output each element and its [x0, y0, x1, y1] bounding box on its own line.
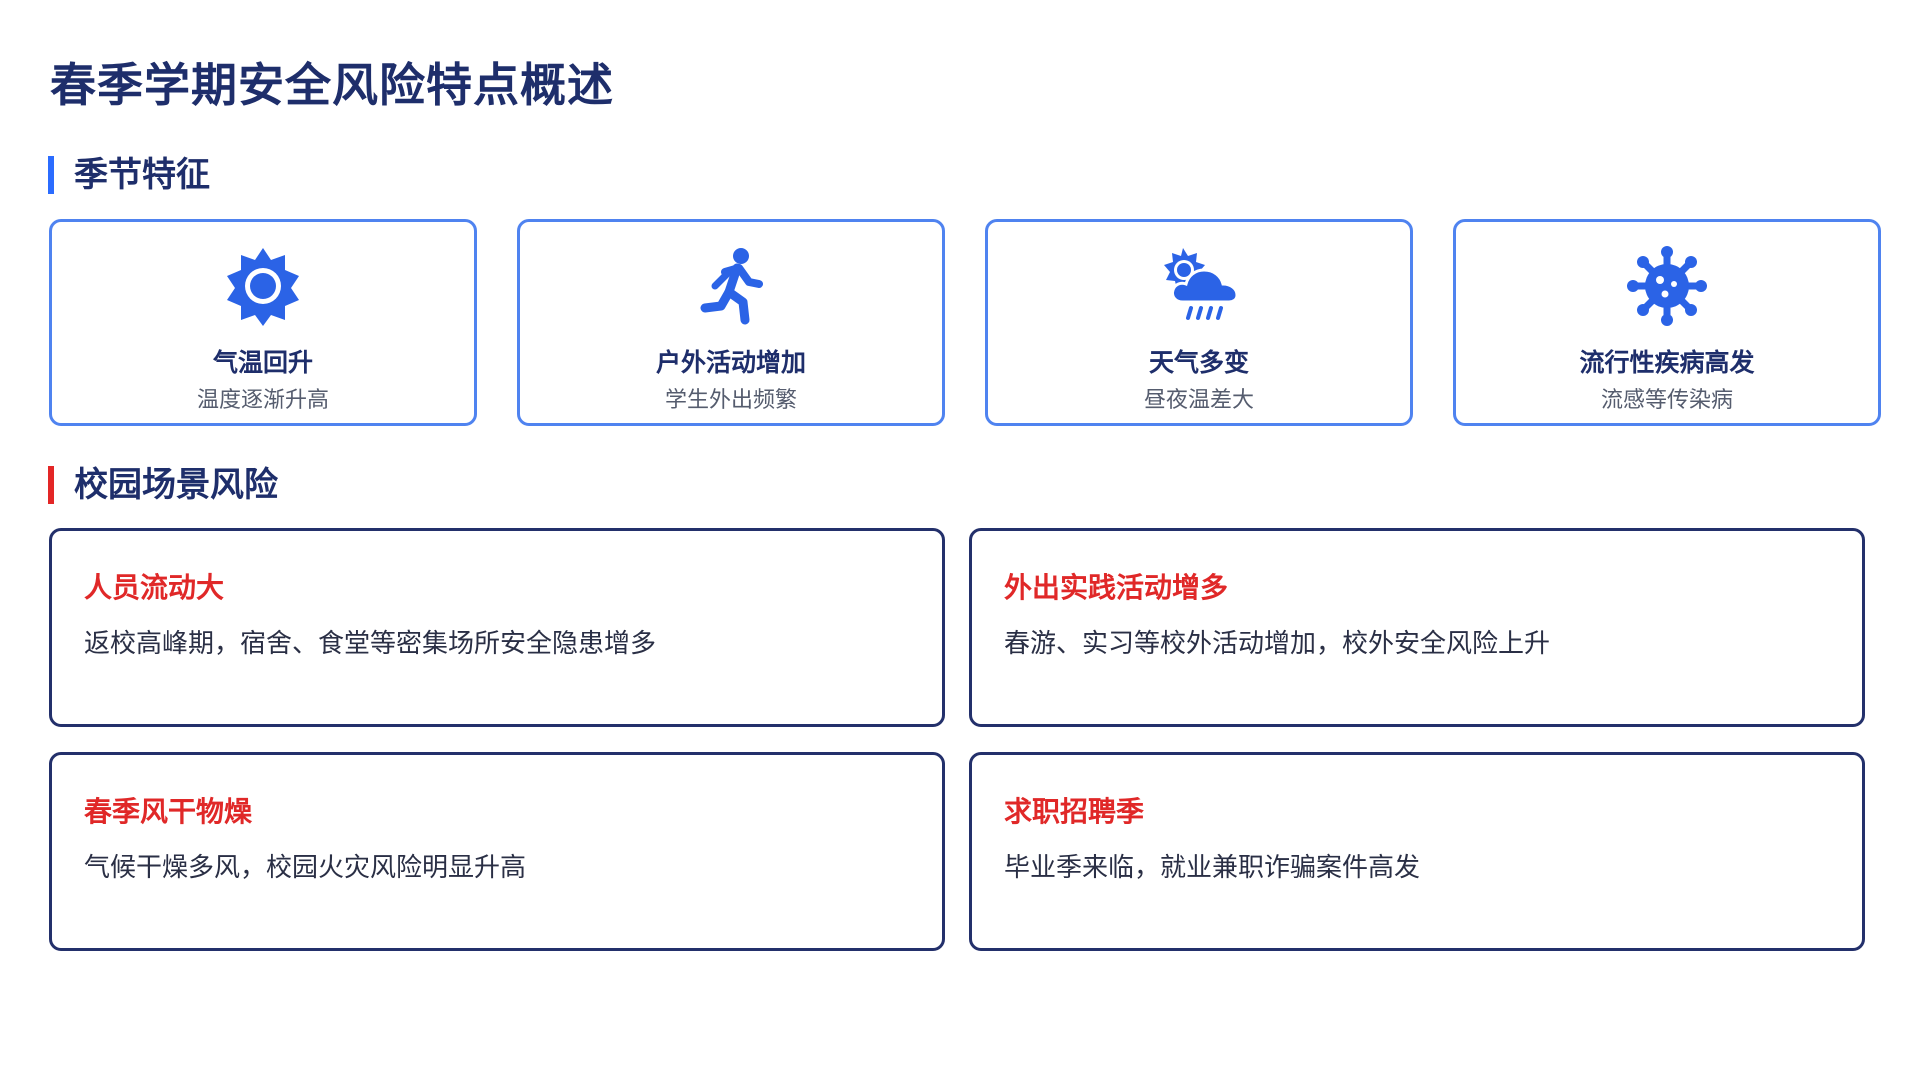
risk-card: 外出实践活动增多 春游、实习等校外活动增加，校外安全风险上升	[969, 528, 1865, 727]
sun-cloud-rain-icon	[1157, 246, 1241, 326]
risk-description: 毕业季来临，就业兼职诈骗案件高发	[1004, 853, 1421, 883]
risk-card: 求职招聘季 毕业季来临，就业兼职诈骗案件高发	[969, 752, 1865, 951]
section-label: 校园场景风险	[74, 465, 278, 505]
running-person-icon	[689, 246, 773, 326]
feature-title: 天气多变	[1148, 348, 1249, 377]
feature-title: 户外活动增加	[655, 348, 806, 377]
risk-title: 求职招聘季	[1004, 795, 1145, 828]
risk-card-grid: 人员流动大 返校高峰期，宿舍、食堂等密集场所安全隐患增多 外出实践活动增多 春游…	[49, 528, 1869, 953]
section-accent-bar	[48, 156, 54, 194]
risk-title: 人员流动大	[84, 571, 225, 604]
section-heading-campus: 校园场景风险	[48, 465, 278, 505]
risk-card: 人员流动大 返校高峰期，宿舍、食堂等密集场所安全隐患增多	[49, 528, 945, 727]
risk-card: 春季风干物燥 气候干燥多风，校园火灾风险明显升高	[49, 752, 945, 951]
feature-title: 气温回升	[212, 348, 313, 377]
section-accent-bar	[48, 466, 54, 504]
risk-title: 春季风干物燥	[84, 795, 253, 828]
risk-description: 春游、实习等校外活动增加，校外安全风险上升	[1004, 629, 1551, 659]
risk-description: 返校高峰期，宿舍、食堂等密集场所安全隐患增多	[84, 629, 657, 659]
feature-subtitle: 温度逐渐升高	[196, 388, 329, 413]
feature-card: 气温回升 温度逐渐升高	[49, 219, 477, 426]
section-label: 季节特征	[74, 155, 210, 195]
risk-title: 外出实践活动增多	[1004, 571, 1229, 604]
feature-subtitle: 流感等传染病	[1600, 388, 1733, 413]
sun-gear-icon	[221, 246, 305, 326]
feature-subtitle: 昼夜温差大	[1143, 388, 1254, 413]
feature-subtitle: 学生外出频繁	[664, 388, 797, 413]
feature-card: 天气多变 昼夜温差大	[985, 219, 1413, 426]
page-title: 春季学期安全风险特点概述	[50, 58, 614, 112]
virus-icon	[1625, 246, 1709, 326]
section-heading-season: 季节特征	[48, 155, 210, 195]
feature-card: 流行性疾病高发 流感等传染病	[1453, 219, 1881, 426]
risk-description: 气候干燥多风，校园火灾风险明显升高	[84, 853, 527, 883]
feature-title: 流行性疾病高发	[1579, 348, 1755, 377]
feature-card: 户外活动增加 学生外出频繁	[517, 219, 945, 426]
feature-card-row: 气温回升 温度逐渐升高 户外活动增加 学生外出频繁 天气多变 昼夜温差大 流行性…	[49, 219, 1892, 432]
